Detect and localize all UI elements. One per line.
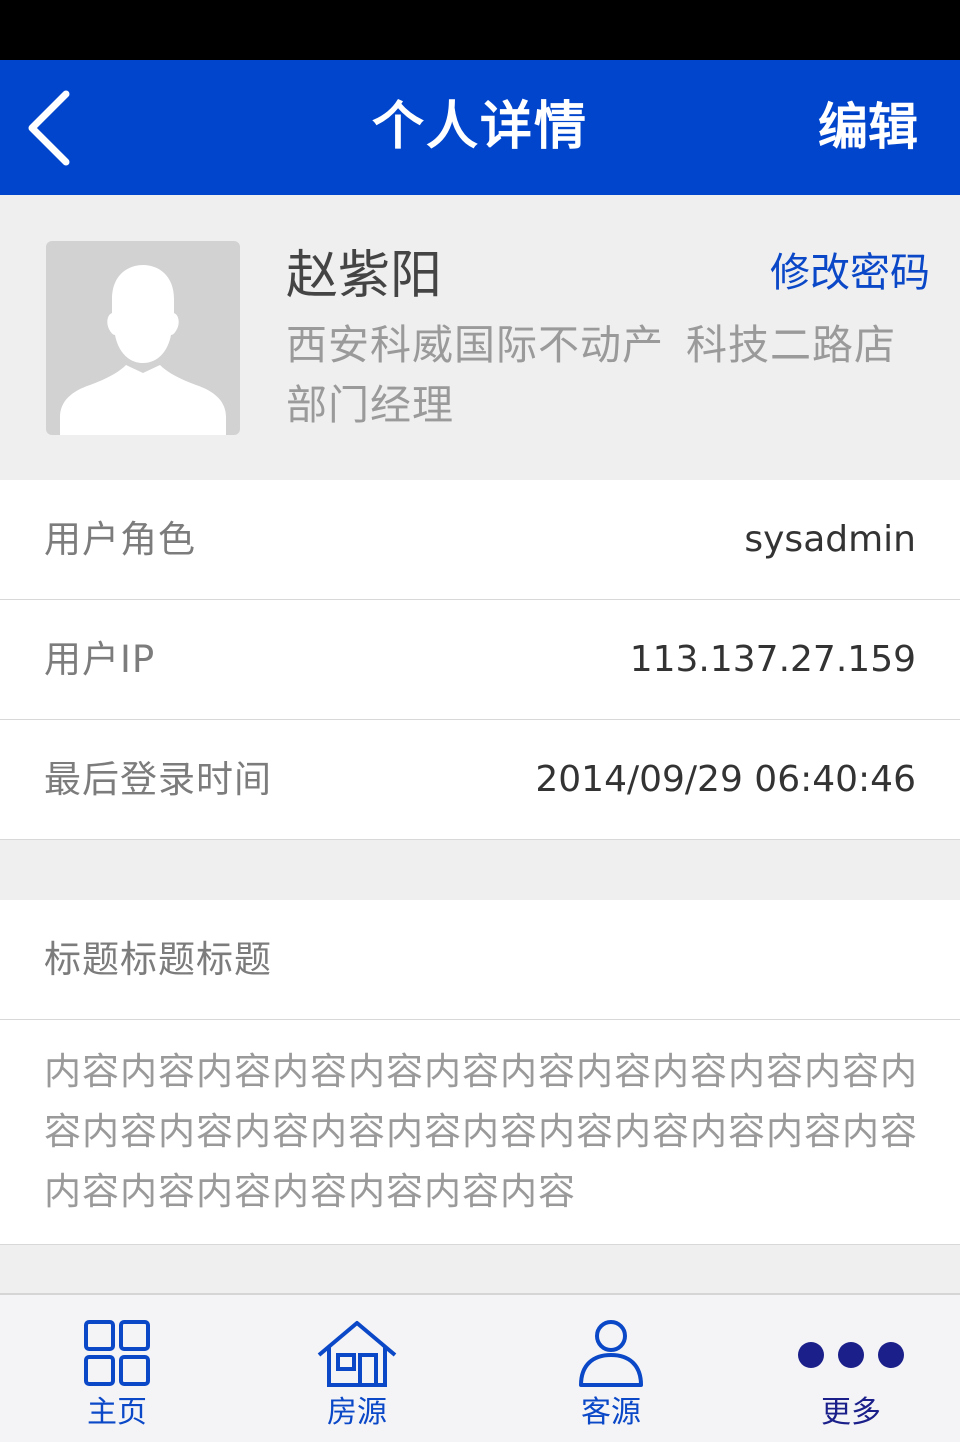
house-icon [317, 1321, 397, 1387]
info-row-role: 用户角色 sysadmin [0, 480, 960, 600]
person-icon [579, 1320, 643, 1387]
tab-more[interactable]: 更多 [751, 1295, 951, 1442]
tab-listings[interactable]: 房源 [257, 1295, 457, 1442]
info-value: 2014/09/29 06:40:46 [535, 759, 916, 800]
tab-bar: 主页 房源 客源 更多 [0, 1293, 960, 1442]
tab-clients[interactable]: 客源 [511, 1295, 711, 1442]
info-row-last-login: 最后登录时间 2014/09/29 06:40:46 [0, 720, 960, 840]
info-label: 最后登录时间 [44, 758, 272, 801]
store-name: 科技二路店 [686, 321, 896, 369]
notice-section: 标题标题标题 内容内容内容内容内容内容内容内容内容内容内容内容内容内容内容内容内… [0, 900, 960, 1245]
edit-button[interactable]: 编辑 [818, 60, 918, 195]
info-row-ip: 用户IP 113.137.27.159 [0, 600, 960, 720]
user-position: 部门经理 [286, 381, 454, 429]
nav-bar: 个人详情 编辑 [0, 60, 960, 195]
tab-label: 房源 [327, 1395, 387, 1430]
info-list: 用户角色 sysadmin 用户IP 113.137.27.159 最后登录时间… [0, 480, 960, 840]
more-dots-icon [798, 1342, 904, 1368]
tab-label: 客源 [581, 1395, 641, 1430]
avatar [46, 241, 240, 435]
tab-label: 更多 [821, 1395, 881, 1430]
info-label: 用户角色 [44, 518, 196, 561]
info-label: 用户IP [44, 638, 156, 681]
user-name: 赵紫阳 [286, 246, 443, 306]
info-value: 113.137.27.159 [629, 639, 916, 680]
company-line: 西安科威国际不动产 科技二路店 [286, 315, 896, 375]
notice-content: 内容内容内容内容内容内容内容内容内容内容内容内容内容内容内容内容内容内容内容内容… [44, 1050, 918, 1213]
tab-home[interactable]: 主页 [17, 1295, 217, 1442]
status-bar [0, 0, 960, 60]
profile-card: 赵紫阳 修改密码 西安科威国际不动产 科技二路店 部门经理 [0, 195, 960, 480]
tab-label: 主页 [87, 1395, 147, 1430]
page-title: 个人详情 [371, 97, 588, 157]
info-value: sysadmin [744, 519, 916, 560]
avatar-placeholder-icon [60, 265, 226, 435]
notice-title: 标题标题标题 [0, 900, 960, 1020]
grid-icon [84, 1320, 150, 1386]
company-name: 西安科威国际不动产 [286, 321, 664, 369]
change-password-link[interactable]: 修改密码 [770, 245, 930, 301]
